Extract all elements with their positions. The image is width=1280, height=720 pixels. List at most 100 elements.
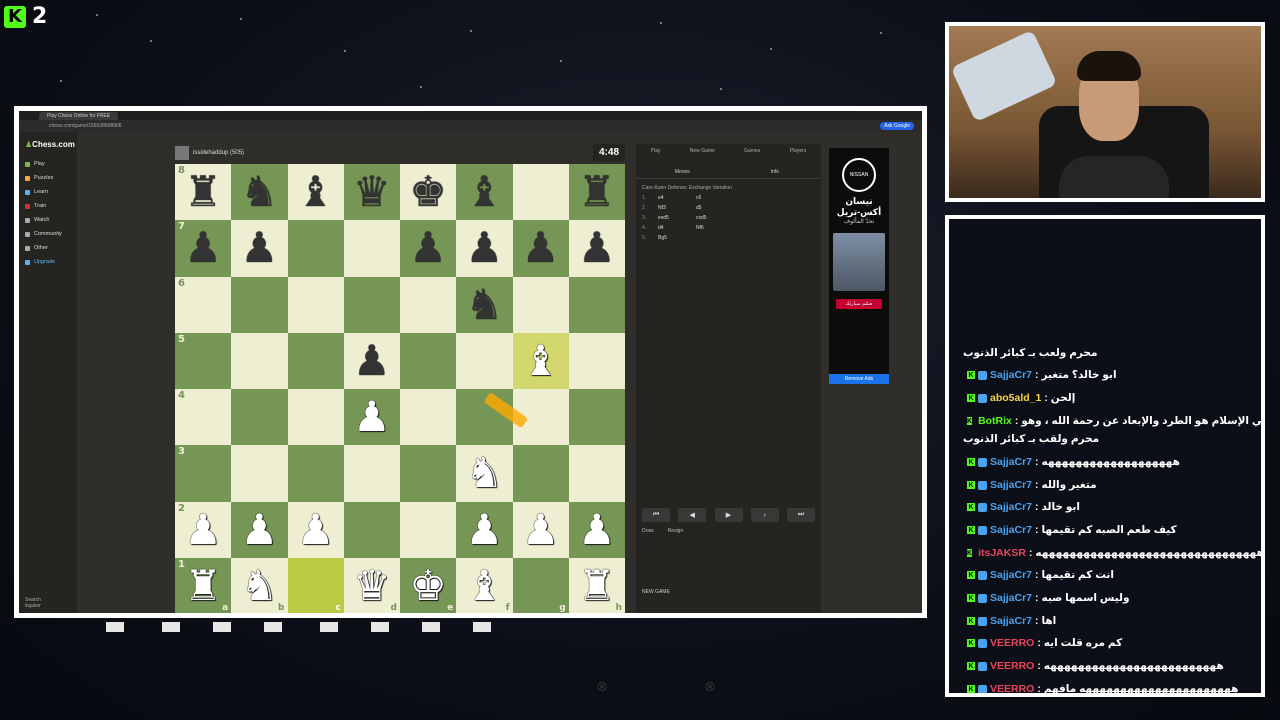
square-g7[interactable]: ♟: [512, 220, 569, 277]
square-d7[interactable]: [343, 220, 400, 277]
square-e6[interactable]: [400, 276, 457, 333]
white-pawn-icon[interactable]: ♟: [466, 508, 504, 551]
move-san[interactable]: Nf3: [658, 205, 696, 211]
chess-board[interactable]: ♜ 8 ♞ ♝ ♛ ♚ ♝ ♜ ♟ 7 ♟ ♟ ♟ ♟ ♟ 6 ♞ 5 ♟ ♝ 4 ♟ 3 ♞ ♟ 2 ♟ ♟ ♟ ♟ ♟ ♜ 1 a ♞ b c ♛ d ♚…: [175, 164, 625, 613]
chat-username[interactable]: SajjaCr7: [990, 456, 1032, 468]
square-c7[interactable]: [287, 220, 344, 277]
square-f1[interactable]: ♝ f: [456, 557, 513, 613]
move-san[interactable]: e4: [658, 195, 696, 201]
white-pawn-icon[interactable]: ♟: [578, 508, 616, 551]
square-f7[interactable]: ♟: [456, 220, 513, 277]
square-c6[interactable]: [287, 276, 344, 333]
sidebar-item-learn[interactable]: Learn: [19, 185, 77, 199]
first-move-button[interactable]: ⏮: [642, 508, 670, 522]
ad-banner[interactable]: NISSAN نيسان أكس-تريل تحدّ المألوف صمّم …: [829, 148, 889, 383]
square-b6[interactable]: [231, 276, 288, 333]
square-d1[interactable]: ♛ d: [343, 557, 400, 613]
chat-username[interactable]: VEERRO: [990, 683, 1034, 693]
square-b1[interactable]: ♞ b: [231, 557, 288, 613]
tab-new-game[interactable]: New Game: [690, 148, 715, 166]
square-a8[interactable]: ♜ 8: [175, 164, 232, 221]
square-c5[interactable]: [287, 332, 344, 389]
square-d8[interactable]: ♛: [343, 164, 400, 221]
move-san[interactable]: c6: [696, 195, 734, 201]
white-pawn-icon[interactable]: ♟: [184, 508, 222, 551]
prev-move-button[interactable]: ◀: [678, 508, 707, 522]
square-a7[interactable]: ♟ 7: [175, 220, 232, 277]
square-h3[interactable]: [568, 445, 625, 502]
square-g1[interactable]: g: [512, 557, 569, 613]
move-san[interactable]: d4: [658, 225, 696, 231]
chat-username[interactable]: SajjaCr7: [990, 524, 1032, 536]
user-link[interactable]: itsjakor: [25, 603, 41, 609]
chat-username[interactable]: abo5ald_1: [990, 392, 1041, 404]
square-f6[interactable]: ♞: [456, 276, 513, 333]
black-pawn-icon[interactable]: ♟: [409, 227, 447, 269]
white-rook-icon[interactable]: ♜: [184, 564, 222, 607]
chess-logo[interactable]: ♟Chess.com: [19, 132, 77, 157]
square-g5[interactable]: ♝: [512, 332, 569, 389]
square-g8[interactable]: [512, 164, 569, 221]
chat-username[interactable]: SajjaCr7: [990, 479, 1032, 491]
square-d5[interactable]: ♟: [343, 332, 400, 389]
white-rook-icon[interactable]: ♜: [578, 564, 616, 607]
square-g3[interactable]: [512, 445, 569, 502]
ad-cta-button[interactable]: صمّم سيارتك: [836, 299, 882, 309]
chat-username[interactable]: SajjaCr7: [990, 501, 1032, 513]
square-a6[interactable]: 6: [175, 276, 232, 333]
chat-username[interactable]: BotRix: [978, 415, 1012, 427]
white-pawn-icon[interactable]: ♟: [297, 508, 335, 551]
black-bishop-icon[interactable]: ♝: [297, 171, 335, 213]
black-pawn-icon[interactable]: ♟: [184, 227, 222, 269]
square-c4[interactable]: [287, 389, 344, 446]
address-bar[interactable]: chess.com/game/165538608906 Ask Google: [19, 120, 922, 132]
square-f8[interactable]: ♝: [456, 164, 513, 221]
move-san[interactable]: exd5: [658, 215, 696, 221]
square-h4[interactable]: [568, 389, 625, 446]
square-d4[interactable]: ♟: [343, 389, 400, 446]
square-b3[interactable]: [231, 445, 288, 502]
tab-players[interactable]: Players: [790, 148, 807, 166]
square-a2[interactable]: ♟ 2: [175, 501, 232, 558]
black-knight-icon[interactable]: ♞: [241, 171, 279, 213]
square-f4[interactable]: [456, 389, 513, 446]
square-g2[interactable]: ♟: [512, 501, 569, 558]
black-pawn-icon[interactable]: ♟: [522, 227, 560, 269]
black-rook-icon[interactable]: ♜: [578, 171, 616, 213]
black-pawn-icon[interactable]: ♟: [353, 339, 391, 382]
white-bishop-icon[interactable]: ♝: [466, 564, 504, 607]
sidebar-item-puzzles[interactable]: Puzzles: [19, 171, 77, 185]
square-e1[interactable]: ♚ e: [400, 557, 457, 613]
chat-username[interactable]: SajjaCr7: [990, 369, 1032, 381]
next-move-button[interactable]: ›: [750, 508, 779, 522]
resign-button[interactable]: Resign: [668, 528, 684, 534]
square-b8[interactable]: ♞: [231, 164, 288, 221]
white-pawn-icon[interactable]: ♟: [353, 396, 391, 438]
black-knight-icon[interactable]: ♞: [466, 283, 504, 326]
tab-play[interactable]: Play: [651, 148, 661, 166]
square-f3[interactable]: ♞: [456, 445, 513, 502]
square-d3[interactable]: [343, 445, 400, 502]
black-pawn-icon[interactable]: ♟: [578, 227, 616, 269]
ask-google-button[interactable]: Ask Google: [880, 122, 914, 130]
white-queen-icon[interactable]: ♛: [353, 564, 391, 607]
square-e3[interactable]: [400, 445, 457, 502]
white-knight-icon[interactable]: ♞: [466, 452, 504, 494]
remove-ads-button[interactable]: Remove Ads: [829, 374, 889, 384]
sidebar-item-train[interactable]: Train: [19, 199, 77, 213]
square-e7[interactable]: ♟: [400, 220, 457, 277]
move-san[interactable]: Nf6: [696, 225, 734, 231]
chat-username[interactable]: VEERRO: [990, 660, 1034, 672]
white-bishop-icon[interactable]: ♝: [522, 339, 560, 382]
square-c1[interactable]: c: [287, 557, 344, 613]
square-a1[interactable]: ♜ 1 a: [175, 557, 232, 613]
sidebar-item-upgrade[interactable]: Upgrade: [19, 255, 77, 269]
browser-tab[interactable]: Play Chess Online for FREE: [39, 111, 119, 120]
play-button[interactable]: ▶: [714, 508, 743, 522]
square-a5[interactable]: 5: [175, 332, 232, 389]
black-rook-icon[interactable]: ♜: [184, 171, 222, 213]
sidebar-item-play[interactable]: Play: [19, 157, 77, 171]
chat-username[interactable]: VEERRO: [990, 637, 1034, 649]
chat-username[interactable]: SajjaCr7: [990, 615, 1032, 627]
draw-button[interactable]: Draw: [642, 528, 654, 534]
